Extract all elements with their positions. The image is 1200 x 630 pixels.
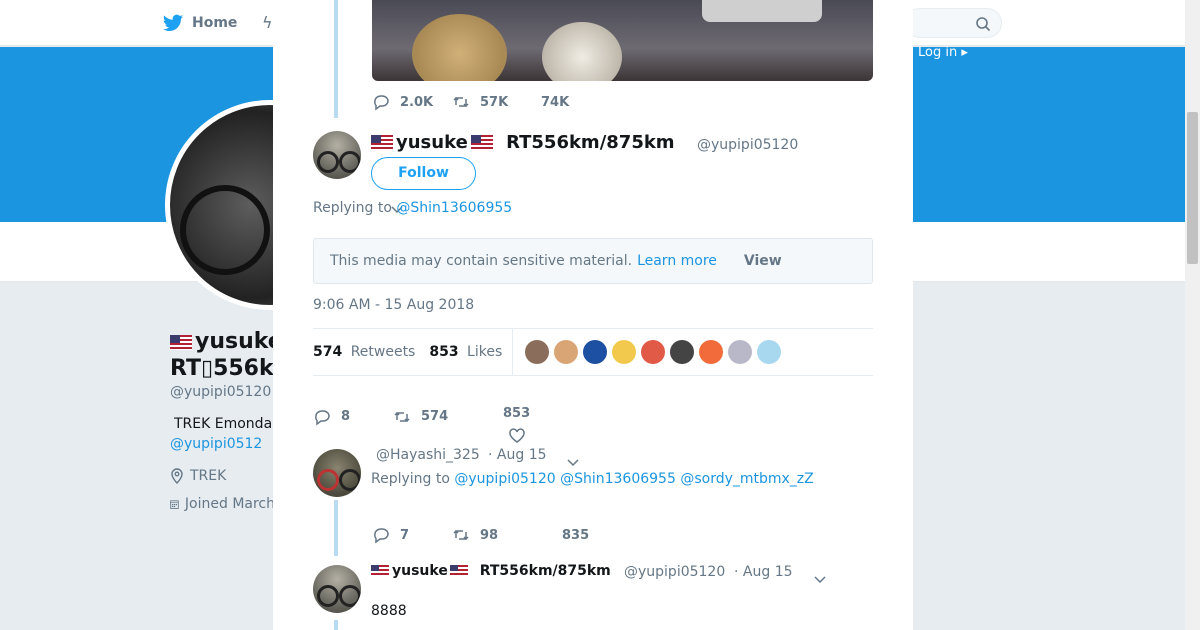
reply-button[interactable]: 8 [313, 408, 393, 426]
retweet-icon [453, 529, 469, 541]
reply-author-handle[interactable]: @Hayashi_325 [376, 447, 480, 463]
retweet-count: 57K [480, 94, 509, 110]
us-flag-icon [371, 135, 393, 150]
like-count: 74K [541, 94, 570, 110]
replying-prefix: Replying to [371, 471, 450, 487]
like-button[interactable]: 853 [503, 406, 530, 445]
tweet-author-name[interactable]: yusuke RT556km/875km [371, 132, 675, 153]
like-count: 835 [562, 527, 590, 543]
stats-divider [512, 328, 514, 376]
replying-to: Replying to @yupipi05120 @Shin13606955 @… [371, 471, 814, 487]
author-name-part1: yusuke [392, 563, 448, 579]
sensitive-media-notice: This media may contain sensitive materia… [313, 238, 873, 284]
follow-button[interactable]: Follow [371, 157, 476, 190]
author-name-part1: yusuke [396, 132, 468, 153]
liker-avatar[interactable] [583, 340, 608, 364]
liker-avatar[interactable] [554, 340, 579, 364]
liker-avatar[interactable] [670, 340, 695, 364]
liker-avatar[interactable] [612, 340, 637, 364]
reply-icon [374, 95, 389, 111]
reply-button[interactable]: 2.0K [372, 93, 452, 111]
retweet-icon [394, 411, 410, 422]
us-flag-icon [449, 565, 468, 577]
replying-to-link[interactable]: @Shin13606955 [396, 200, 512, 216]
chevron-down-icon[interactable] [567, 452, 579, 467]
thread-line [334, 0, 338, 118]
tweet-author-avatar[interactable] [313, 131, 361, 179]
learn-more-link[interactable]: Learn more [637, 253, 717, 269]
view-media-button[interactable]: View [744, 253, 782, 269]
liker-avatar[interactable] [641, 340, 666, 364]
likers-avatars [525, 340, 782, 364]
reply-date[interactable]: · Aug 15 [488, 447, 547, 463]
likes-stat[interactable]: 853 Likes [429, 344, 502, 360]
retweet-count: 98 [480, 527, 499, 543]
close-modal-button[interactable]: ✕ [1152, 10, 1180, 38]
like-count: 853 [503, 406, 531, 421]
replying-prefix: Replying to [313, 200, 392, 216]
scrollbar-thumb[interactable] [1187, 112, 1198, 264]
likes-stat-label: Likes [467, 344, 503, 360]
likes-stat-count: 853 [429, 344, 459, 360]
main-tweet-actions: 8 574 853 [313, 388, 530, 445]
tweet-timestamp[interactable]: 9:06 AM - 15 Aug 2018 [313, 297, 474, 313]
reply-icon [315, 409, 330, 425]
retweets-stat-label: Retweets [350, 344, 416, 360]
reply-count: 7 [400, 527, 410, 543]
reply-author-avatar[interactable] [313, 565, 361, 613]
liker-avatar[interactable] [699, 340, 724, 364]
reply-button[interactable]: 7 [372, 526, 452, 544]
reply-author-name[interactable]: yusuke RT556km/875km [371, 563, 611, 579]
chevron-down-icon[interactable] [814, 569, 826, 584]
reply-icon [374, 528, 389, 544]
replying-to-link[interactable]: @Shin13606955 [560, 471, 676, 487]
retweet-count: 574 [421, 409, 449, 424]
tweet-media-image[interactable] [372, 0, 873, 81]
retweets-stat-count: 574 [313, 344, 343, 360]
tweet-permalink-modal: 2.0K 57K 74K yusuke RT556km/875km @yupip… [273, 0, 913, 630]
reply-count: 2.0K [400, 94, 434, 110]
replying-to-link[interactable]: @yupipi05120 [454, 471, 555, 487]
us-flag-icon [371, 565, 389, 577]
sensitive-text: This media may contain sensitive materia… [330, 253, 633, 269]
us-flag-icon [470, 135, 493, 150]
heart-icon [508, 428, 525, 443]
reply-actions: 7 98 835 [372, 526, 589, 544]
retweet-button[interactable]: 98 [452, 526, 562, 544]
retweet-button[interactable]: 574 [393, 408, 503, 426]
reply-count: 8 [341, 409, 351, 424]
thread-line [334, 500, 338, 556]
reply-text: 8888 [371, 603, 407, 619]
replying-to: Replying to @Shin13606955 [313, 200, 512, 216]
reply-date[interactable]: · Aug 15 [734, 564, 793, 580]
liker-avatar[interactable] [525, 340, 550, 364]
author-name-part2: RT556km/875km [479, 563, 611, 579]
author-name-part2: RT556km/875km [506, 132, 675, 153]
liker-avatar[interactable] [757, 340, 782, 364]
liker-avatar[interactable] [728, 340, 753, 364]
reply-author-avatar[interactable] [313, 449, 361, 497]
retweet-icon [453, 96, 469, 108]
retweet-button[interactable]: 57K [452, 93, 532, 111]
parent-tweet-actions: 2.0K 57K 74K [372, 93, 612, 111]
like-button[interactable]: 835 [562, 528, 589, 543]
page-scrollbar[interactable] [1185, 0, 1200, 630]
reply-author-handle[interactable]: @yupipi05120 [624, 564, 725, 580]
tweet-stats: 574 Retweets 853 Likes [313, 328, 873, 376]
retweets-stat[interactable]: 574 Retweets [313, 344, 415, 360]
like-button[interactable]: 74K [532, 95, 612, 110]
tweet-author-handle[interactable]: @yupipi05120 [697, 137, 798, 153]
thread-line [334, 620, 338, 630]
replying-to-link[interactable]: @sordy_mtbmx_zZ [680, 471, 813, 487]
